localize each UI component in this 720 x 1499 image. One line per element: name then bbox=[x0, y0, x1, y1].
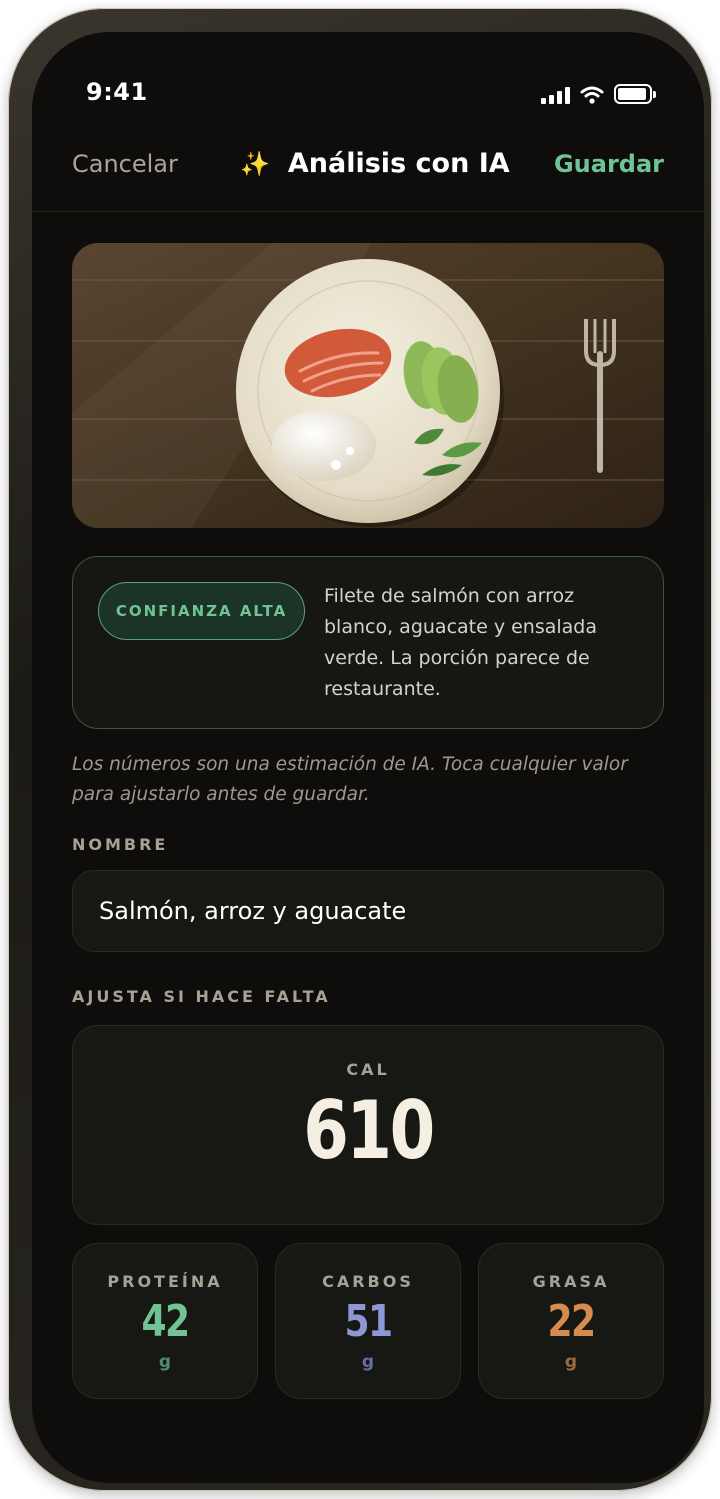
analysis-card: CONFIANZA ALTA Filete de salmón con arro… bbox=[72, 556, 664, 729]
confidence-badge: CONFIANZA ALTA bbox=[98, 582, 305, 640]
macro-card-carbs[interactable]: CARBOS 51 g bbox=[275, 1243, 461, 1399]
meal-description: Filete de salmón con arroz blanco, aguac… bbox=[324, 585, 598, 700]
status-time: 9:41 bbox=[86, 78, 148, 106]
save-button[interactable]: Guardar bbox=[554, 150, 664, 178]
screen: 9:41 Cancelar ✨ Análisis con IA Guardar bbox=[32, 32, 704, 1483]
macro-label: GRASA bbox=[532, 1272, 610, 1291]
name-section-label: NOMBRE bbox=[72, 835, 169, 854]
page-title: Análisis con IA bbox=[287, 148, 510, 179]
macro-value[interactable]: 22 bbox=[496, 1296, 647, 1347]
macro-label: CARBOS bbox=[322, 1272, 414, 1291]
nav-title: ✨ Análisis con IA bbox=[240, 148, 510, 179]
meal-photo bbox=[72, 243, 664, 528]
macro-label: PROTEÍNA bbox=[107, 1272, 223, 1291]
meal-name-field[interactable]: Salmón, arroz y aguacate bbox=[72, 870, 664, 952]
adjust-section-label: AJUSTA SI HACE FALTA bbox=[72, 987, 331, 1006]
macro-value[interactable]: 42 bbox=[90, 1296, 241, 1347]
signal-icon bbox=[541, 86, 570, 104]
calories-label: CAL bbox=[346, 1060, 390, 1079]
calories-value[interactable]: 610 bbox=[126, 1084, 610, 1177]
macro-value[interactable]: 51 bbox=[293, 1296, 444, 1347]
sparkles-icon: ✨ bbox=[240, 149, 270, 178]
nav-bar: Cancelar ✨ Análisis con IA Guardar bbox=[32, 142, 704, 212]
status-bar: 9:41 bbox=[32, 32, 704, 142]
phone-frame: 9:41 Cancelar ✨ Análisis con IA Guardar bbox=[8, 8, 712, 1491]
calories-card[interactable]: CAL 610 bbox=[72, 1025, 664, 1225]
macro-card-protein[interactable]: PROTEÍNA 42 g bbox=[72, 1243, 258, 1399]
wifi-icon bbox=[580, 86, 604, 104]
cancel-button[interactable]: Cancelar bbox=[72, 150, 178, 178]
estimate-note: Los números son una estimación de IA. To… bbox=[72, 754, 628, 805]
status-icons bbox=[541, 84, 656, 104]
macro-unit: g bbox=[361, 1352, 375, 1372]
macro-card-fat[interactable]: GRASA 22 g bbox=[478, 1243, 664, 1399]
battery-icon bbox=[614, 84, 656, 104]
rice-icon bbox=[272, 409, 376, 481]
macro-unit: g bbox=[158, 1352, 172, 1372]
macro-unit: g bbox=[564, 1352, 578, 1372]
